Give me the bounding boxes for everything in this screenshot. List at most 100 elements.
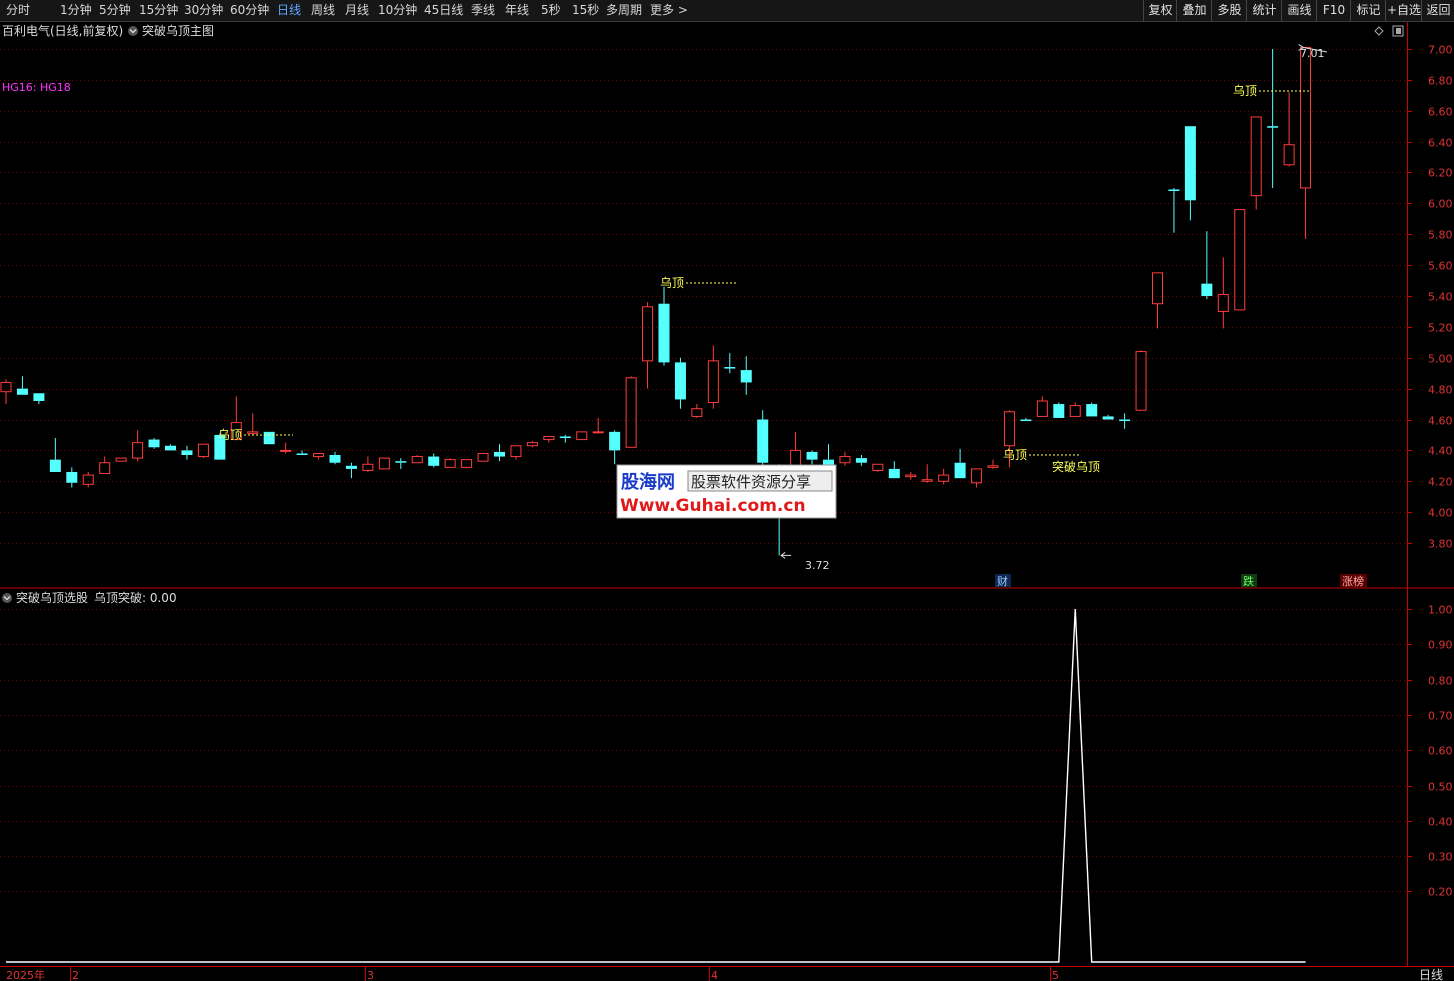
indicator-dropdown-icon[interactable] [128, 26, 138, 36]
candle[interactable] [181, 445, 193, 460]
period-tab[interactable]: 多周期 [606, 0, 642, 21]
period-tab[interactable]: 60分钟 [230, 0, 269, 21]
candle[interactable] [280, 442, 292, 454]
candle[interactable] [526, 441, 538, 448]
period-tab[interactable]: 季线 [471, 0, 495, 21]
toolbar-action-button[interactable]: +自选 [1385, 0, 1422, 21]
main-indicator-name[interactable]: 突破乌顶主图 [142, 23, 214, 38]
candle[interactable] [329, 451, 341, 465]
candle[interactable] [1086, 402, 1098, 417]
period-tab[interactable]: 更多 > [650, 0, 688, 21]
candle[interactable] [971, 468, 983, 488]
period-tab[interactable]: 5秒 [541, 0, 561, 21]
period-tab[interactable]: 30分钟 [184, 0, 223, 21]
candle[interactable] [197, 443, 209, 459]
candle[interactable] [362, 456, 374, 472]
candle[interactable] [395, 458, 407, 469]
toolbar-action-button[interactable]: 多股 [1211, 0, 1247, 21]
candle[interactable] [740, 356, 752, 395]
toolbar-action-button[interactable]: 标记 [1350, 0, 1386, 21]
candle[interactable] [1201, 231, 1213, 300]
candle[interactable] [855, 455, 867, 466]
candle[interactable] [839, 451, 851, 466]
candle[interactable] [411, 455, 423, 464]
sub-indicator-dropdown-icon[interactable] [2, 593, 12, 603]
candle[interactable] [872, 463, 884, 472]
candle[interactable] [1152, 272, 1163, 329]
candle[interactable] [905, 471, 917, 480]
period-tab[interactable]: 周线 [311, 0, 335, 21]
candle[interactable] [888, 461, 900, 479]
period-tab[interactable]: 5分钟 [99, 0, 131, 21]
candle[interactable] [938, 468, 950, 485]
candle[interactable] [1036, 396, 1048, 417]
candle[interactable] [99, 456, 111, 475]
candle[interactable] [115, 457, 127, 462]
candle[interactable] [477, 452, 489, 462]
candle[interactable] [592, 417, 604, 434]
period-tab[interactable]: 分时 [6, 0, 30, 21]
toolbar-action-button[interactable]: 返回 [1421, 0, 1454, 21]
candle[interactable] [1217, 257, 1229, 329]
candle[interactable] [148, 438, 160, 449]
candle[interactable] [1102, 414, 1114, 420]
candle[interactable] [1168, 187, 1180, 233]
candle[interactable] [378, 457, 390, 470]
toolbar-action-button[interactable]: 叠加 [1176, 0, 1212, 21]
candle[interactable] [82, 471, 94, 488]
candle[interactable] [1267, 49, 1279, 188]
period-tab[interactable]: 15分钟 [139, 0, 178, 21]
candle[interactable] [1135, 350, 1147, 411]
toolbar-action-button[interactable]: 画线 [1281, 0, 1317, 21]
candle[interactable] [1234, 209, 1246, 311]
diamond-icon[interactable] [1374, 26, 1384, 36]
candle[interactable] [49, 438, 61, 472]
candle[interactable] [543, 435, 555, 443]
candle[interactable] [1184, 126, 1196, 221]
candle[interactable] [724, 353, 736, 374]
period-tab[interactable]: 月线 [345, 0, 369, 21]
candle[interactable] [625, 376, 637, 448]
candle[interactable] [1119, 413, 1131, 429]
candle[interactable] [494, 444, 505, 462]
period-tab[interactable]: 45日线 [424, 0, 463, 21]
candle[interactable] [132, 430, 144, 462]
candle[interactable] [247, 413, 259, 435]
candle[interactable] [707, 345, 719, 409]
candle[interactable] [806, 450, 818, 465]
candle[interactable] [345, 462, 357, 479]
candle[interactable] [576, 431, 588, 441]
candle[interactable] [757, 410, 769, 471]
toolbar-action-button[interactable]: F10 [1316, 0, 1351, 21]
candle[interactable] [16, 376, 28, 395]
sub-indicator-name[interactable]: 突破乌顶选股 [16, 590, 88, 605]
candle[interactable] [1053, 402, 1065, 418]
candle[interactable] [1300, 46, 1312, 239]
candle[interactable] [263, 431, 275, 445]
toolbar-action-button[interactable]: 统计 [1246, 0, 1282, 21]
candle[interactable] [1020, 417, 1032, 422]
candle[interactable] [33, 393, 45, 405]
period-tab[interactable]: 15秒 [572, 0, 599, 21]
candle[interactable] [691, 404, 703, 418]
period-tab[interactable]: 年线 [505, 0, 529, 21]
candle[interactable] [987, 459, 999, 469]
candle[interactable] [954, 448, 966, 479]
candle[interactable] [428, 453, 440, 468]
toolbar-action-button[interactable]: 复权 [1143, 0, 1177, 21]
finance-marker[interactable]: 财 [995, 574, 1011, 588]
chart-area[interactable]: 百利电气(日线,前复权) 突破乌顶主图 HG16: HG18 7.00 6.80 6… [0, 22, 1454, 981]
candle[interactable] [1250, 116, 1262, 210]
candle[interactable] [1069, 402, 1081, 417]
rise-ranking-marker[interactable]: 涨榜 [1340, 574, 1367, 588]
candle[interactable] [790, 431, 802, 469]
candle[interactable] [674, 357, 686, 409]
candle[interactable] [921, 464, 933, 483]
period-tab[interactable]: 日线 [277, 0, 301, 21]
pane-maximize-icon[interactable] [1392, 25, 1404, 37]
candle[interactable] [1283, 92, 1295, 167]
candle[interactable] [461, 459, 473, 468]
candle[interactable] [165, 444, 176, 451]
candle[interactable] [642, 302, 654, 389]
drop-marker[interactable]: 跌 [1241, 574, 1257, 588]
